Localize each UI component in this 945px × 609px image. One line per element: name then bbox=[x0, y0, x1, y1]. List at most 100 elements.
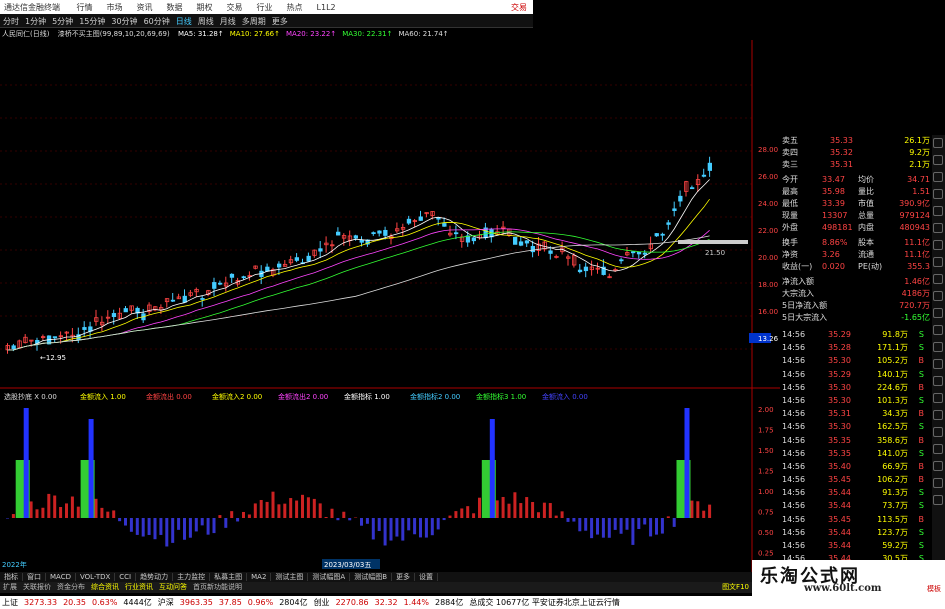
menu-item-2[interactable]: 资讯 bbox=[137, 3, 153, 12]
tool-icon-4[interactable] bbox=[933, 189, 943, 199]
index-change: 32.32 bbox=[374, 598, 398, 607]
period-tab-8[interactable]: 月线 bbox=[217, 16, 239, 27]
indicator-tab-7[interactable]: 私募主图 bbox=[210, 573, 248, 581]
menu-item-1[interactable]: 市场 bbox=[107, 3, 123, 12]
tool-icon-1[interactable] bbox=[933, 138, 943, 148]
sub-bar bbox=[607, 518, 611, 538]
period-tab-4[interactable]: 30分钟 bbox=[108, 16, 140, 27]
info-tab-3[interactable]: 综合资讯 bbox=[88, 583, 122, 591]
stat-label: 内盘 bbox=[858, 223, 874, 232]
info-tab-0[interactable]: 扩展 bbox=[0, 583, 20, 591]
info-tab-1[interactable]: 关联报价 bbox=[20, 583, 54, 591]
sub-axis-tick: 0.25 bbox=[758, 550, 774, 558]
candle-body bbox=[636, 251, 642, 255]
info-tabs[interactable]: 扩展 关联报价 资金分布 综合资讯 行业资讯 互动问答 首页新功能说明 图文F10 bbox=[0, 582, 752, 593]
index-amount: 2884亿 bbox=[434, 598, 464, 607]
trade-menu[interactable]: 交易 bbox=[511, 2, 527, 13]
tool-icon-8[interactable] bbox=[933, 257, 943, 267]
stat-value: 979124 bbox=[899, 211, 930, 220]
tool-icon-2[interactable] bbox=[933, 155, 943, 165]
sub-bar bbox=[601, 518, 605, 538]
orderbook-vol: 9.2万 bbox=[909, 148, 930, 157]
period-tab-1[interactable]: 1分钟 bbox=[22, 16, 49, 27]
tool-icon-7[interactable] bbox=[933, 240, 943, 250]
tool-icon-15[interactable] bbox=[933, 376, 943, 386]
sub-bar bbox=[141, 518, 145, 537]
candle-body bbox=[654, 233, 659, 237]
info-tab-6[interactable]: 首页新功能说明 bbox=[190, 583, 245, 591]
status-tail: 总成交 10677亿 平安证券北京上证云行情 bbox=[469, 598, 620, 607]
tool-icon-13[interactable] bbox=[933, 342, 943, 352]
sub-bar bbox=[318, 503, 322, 518]
period-tab-0[interactable]: 分时 bbox=[0, 16, 22, 27]
sub-bar bbox=[419, 518, 422, 538]
indicator-tab-11[interactable]: 测试幅图B bbox=[350, 573, 393, 581]
sub-bar bbox=[41, 507, 45, 518]
tool-icon-17[interactable] bbox=[933, 410, 943, 420]
tool-icon-14[interactable] bbox=[933, 359, 943, 369]
sub-bar bbox=[655, 518, 658, 535]
index-name: 上证 bbox=[2, 598, 18, 607]
menu-item-4[interactable]: 期权 bbox=[197, 3, 213, 12]
orderbook-label: 卖五 bbox=[782, 136, 798, 145]
date-left: 2022年 bbox=[2, 560, 27, 569]
info-tab-2[interactable]: 资金分布 bbox=[54, 583, 88, 591]
tool-icon-19[interactable] bbox=[933, 444, 943, 454]
indicator-tab-0[interactable]: 指标 bbox=[0, 573, 23, 581]
indicator-tab-4[interactable]: CCI bbox=[115, 573, 137, 581]
tool-icon-11[interactable] bbox=[933, 308, 943, 318]
tool-icon-21[interactable] bbox=[933, 478, 943, 488]
tool-icon-16[interactable] bbox=[933, 393, 943, 403]
sub-axis-tick: 1.00 bbox=[758, 488, 774, 496]
tool-icon-12[interactable] bbox=[933, 325, 943, 335]
kline-chart[interactable]: 28.00 26.00 24.00 22.00 20.00 18.00 16.00 13.26… bbox=[0, 40, 780, 572]
info-tab-4[interactable]: 行业资讯 bbox=[122, 583, 156, 591]
tool-icon-3[interactable] bbox=[933, 172, 943, 182]
stat-label: 换手 bbox=[782, 238, 798, 247]
period-tab-5[interactable]: 60分钟 bbox=[141, 16, 173, 27]
tool-icon-9[interactable] bbox=[933, 274, 943, 284]
stat-row: 净资 3.26 流通 11.1亿 bbox=[780, 249, 932, 261]
tool-icon-18[interactable] bbox=[933, 427, 943, 437]
info-tab-5[interactable]: 互动问答 bbox=[156, 583, 190, 591]
index-value: 3273.33 bbox=[24, 598, 58, 607]
trade-side: B bbox=[918, 356, 925, 366]
side-toolbar[interactable] bbox=[932, 135, 945, 585]
period-tab-6[interactable]: 日线 bbox=[173, 16, 195, 27]
main-menu[interactable]: 行情 市场 资讯 数据 期权 交易 行业 热点 L1L2 bbox=[77, 2, 350, 13]
tool-icon-6[interactable] bbox=[933, 223, 943, 233]
tool-icon-5[interactable] bbox=[933, 206, 943, 216]
indicator-tab-8[interactable]: MA2 bbox=[247, 573, 272, 581]
sub-bar bbox=[100, 507, 104, 518]
indicator-tab-10[interactable]: 测试幅图A bbox=[308, 573, 351, 581]
indicator-tab-1[interactable]: 窗口 bbox=[23, 573, 46, 581]
menu-item-3[interactable]: 数据 bbox=[167, 3, 183, 12]
indicator-tab-3[interactable]: VOL-TDX bbox=[75, 573, 116, 581]
period-bar[interactable]: 分时 1分钟 5分钟 15分钟 30分钟 60分钟 日线 周线 月线 多周期 更多 bbox=[0, 14, 533, 28]
sub-bar bbox=[259, 499, 263, 518]
period-tab-2[interactable]: 5分钟 bbox=[49, 16, 76, 27]
menu-item-7[interactable]: 热点 bbox=[287, 3, 303, 12]
menu-item-8[interactable]: L1L2 bbox=[317, 3, 336, 12]
indicator-tab-6[interactable]: 主力监控 bbox=[173, 573, 211, 581]
indicator-tabs[interactable]: 指标 窗口 MACD VOL-TDX CCI 趋势动力 主力监控 私募主图 MA2 测试主图 测试幅… bbox=[0, 572, 752, 582]
period-tab-9[interactable]: 多周期 bbox=[239, 16, 269, 27]
tool-icon-20[interactable] bbox=[933, 461, 943, 471]
tool-icon-10[interactable] bbox=[933, 291, 943, 301]
period-tab-7[interactable]: 周线 bbox=[195, 16, 217, 27]
indicator-tab-2[interactable]: MACD bbox=[46, 573, 76, 581]
indicator-tab-12[interactable]: 更多 bbox=[392, 573, 416, 581]
flow-label: 5日净流入额 bbox=[782, 301, 828, 310]
f10-tab[interactable]: 图文F10 bbox=[719, 582, 752, 592]
indicator-tab-5[interactable]: 趋势动力 bbox=[136, 573, 174, 581]
period-tab-3[interactable]: 15分钟 bbox=[76, 16, 108, 27]
period-tab-10[interactable]: 更多 bbox=[269, 16, 291, 27]
menu-item-5[interactable]: 交易 bbox=[227, 3, 243, 12]
indicator-tab-13[interactable]: 设置 bbox=[415, 573, 439, 581]
tool-icon-22[interactable] bbox=[933, 495, 943, 505]
menu-item-0[interactable]: 行情 bbox=[77, 3, 93, 12]
menu-item-6[interactable]: 行业 bbox=[257, 3, 273, 12]
sub-axis-tick: 1.25 bbox=[758, 468, 774, 476]
indicator-tab-9[interactable]: 测试主图 bbox=[271, 573, 309, 581]
sub-bar bbox=[566, 518, 570, 522]
